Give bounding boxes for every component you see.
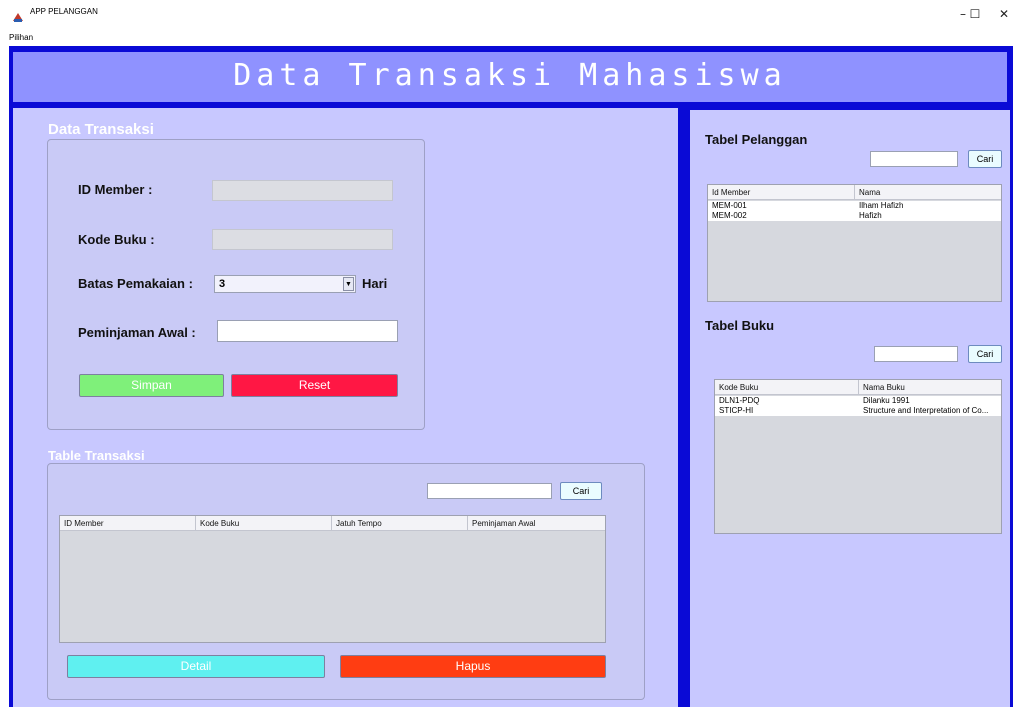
menu-pilihan[interactable]: Pilihan: [9, 33, 33, 42]
table-row[interactable]: STICP-HI Structure and Interpretation of…: [715, 406, 1001, 416]
table-row[interactable]: MEM-002 Hafizh: [708, 211, 1001, 221]
transaksi-table[interactable]: ID Member Kode Buku Jatuh Tempo Peminjam…: [59, 515, 606, 643]
cell-nama: Ilham Hafizh: [859, 201, 904, 210]
tabel-buku-title: Tabel Buku: [705, 318, 775, 333]
cell-nama: Hafizh: [859, 211, 882, 220]
batas-pemakaian-select[interactable]: 3 ▼: [214, 275, 356, 293]
pelanggan-table-header: Id Member Nama: [708, 185, 1001, 200]
id-member-label: ID Member :: [78, 182, 153, 197]
reset-button[interactable]: Reset: [231, 374, 398, 397]
transaksi-search-input[interactable]: [427, 483, 552, 499]
buku-table-header: Kode Buku Nama Buku: [715, 380, 1001, 395]
cell-nama-buku: Structure and Interpretation of Co...: [863, 406, 989, 415]
table-transaksi-title: Table Transaksi: [48, 448, 145, 463]
column-header-nama[interactable]: Nama: [855, 185, 1001, 200]
table-row[interactable]: DLN1-PDQ Dilanku 1991: [715, 396, 1001, 406]
batas-pemakaian-label: Batas Pemakaian :: [78, 276, 193, 291]
cell-id-member: MEM-002: [712, 211, 747, 220]
detail-button[interactable]: Detail: [67, 655, 325, 678]
menu-bar: [0, 32, 1013, 46]
pelanggan-search-button[interactable]: Cari: [968, 150, 1002, 168]
window-title: APP PELANGGAN: [30, 7, 98, 16]
java-app-icon: [11, 8, 25, 23]
buku-search-button[interactable]: Cari: [968, 345, 1002, 363]
kode-buku-field[interactable]: [212, 229, 393, 250]
cell-kode-buku: DLN1-PDQ: [719, 396, 760, 405]
peminjaman-awal-field[interactable]: [217, 320, 398, 342]
hari-label: Hari: [362, 276, 388, 291]
page-title: Data Transaksi Mahasiswa: [233, 58, 787, 93]
title-bar: [0, 0, 1013, 32]
pelanggan-table[interactable]: Id Member Nama MEM-001 Ilham Hafizh MEM-…: [707, 184, 1002, 302]
column-header-peminjaman-awal[interactable]: Peminjaman Awal: [468, 516, 605, 531]
cell-id-member: MEM-001: [712, 201, 747, 210]
batas-pemakaian-value: 3: [219, 278, 226, 290]
table-row[interactable]: MEM-001 Ilham Hafizh: [708, 201, 1001, 211]
column-header-id-member[interactable]: ID Member: [60, 516, 196, 531]
close-button[interactable]: ✕: [994, 6, 1013, 22]
simpan-button[interactable]: Simpan: [79, 374, 224, 397]
cell-nama-buku: Dilanku 1991: [863, 396, 910, 405]
tabel-pelanggan-title: Tabel Pelanggan: [705, 132, 808, 147]
column-header-kode-buku[interactable]: Kode Buku: [715, 380, 859, 395]
column-header-id-member[interactable]: Id Member: [708, 185, 855, 200]
cell-kode-buku: STICP-HI: [719, 406, 754, 415]
transaksi-table-header: ID Member Kode Buku Jatuh Tempo Peminjam…: [60, 516, 605, 531]
buku-table[interactable]: Kode Buku Nama Buku DLN1-PDQ Dilanku 199…: [714, 379, 1002, 534]
hapus-button[interactable]: Hapus: [340, 655, 606, 678]
buku-search-input[interactable]: [874, 346, 958, 362]
id-member-field[interactable]: [212, 180, 393, 201]
kode-buku-label: Kode Buku :: [78, 232, 155, 247]
column-header-jatuh-tempo[interactable]: Jatuh Tempo: [332, 516, 468, 531]
column-header-nama-buku[interactable]: Nama Buku: [859, 380, 1001, 395]
peminjaman-awal-label: Peminjaman Awal :: [78, 325, 196, 340]
maximize-button[interactable]: ☐: [965, 6, 985, 22]
transaksi-search-button[interactable]: Cari: [560, 482, 602, 500]
chevron-down-icon[interactable]: ▼: [343, 277, 354, 291]
pelanggan-search-input[interactable]: [870, 151, 958, 167]
column-header-kode-buku[interactable]: Kode Buku: [196, 516, 332, 531]
data-transaksi-title: Data Transaksi: [48, 121, 154, 138]
